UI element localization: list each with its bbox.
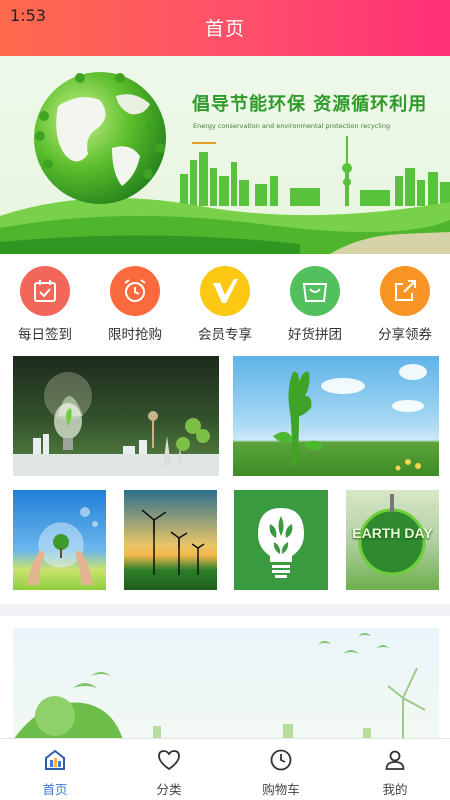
share-coupon-button[interactable]: 分享领券 <box>365 266 445 343</box>
clock-icon <box>241 747 321 773</box>
home-icon <box>15 747 95 773</box>
nav-category-label: 分类 <box>156 782 182 797</box>
group-buy-label: 好货拼团 <box>288 327 342 343</box>
home-screen: 1:53 首页 倡导节能环保 资源循环利用 Energy conservatio… <box>0 0 450 800</box>
page-title: 首页 <box>204 18 245 40</box>
nav-cart[interactable]: 购物车 <box>241 747 321 798</box>
nav-cart-label: 购物车 <box>262 782 300 797</box>
vip-v-icon <box>200 266 250 316</box>
user-icon <box>355 747 435 773</box>
banner-subline: Energy conservation and environmental pr… <box>193 122 391 130</box>
bottom-navigation: 首页 分类 购物车 我的 <box>0 738 450 800</box>
eco-lightbulb-sprout-image[interactable] <box>13 356 219 476</box>
green-hand-plant-image[interactable] <box>233 356 439 476</box>
daily-checkin-button[interactable]: 每日签到 <box>5 266 85 343</box>
quick-menu: 每日签到 限时抢购 会员专享 好货拼团 分享领券 <box>0 262 450 348</box>
flash-sale-label: 限时抢购 <box>108 327 162 343</box>
nav-category[interactable]: 分类 <box>129 747 209 798</box>
flash-sale-button[interactable]: 限时抢购 <box>95 266 175 343</box>
banner-illustration <box>0 56 450 254</box>
heart-icon <box>129 747 209 773</box>
header-bar: 1:53 首页 <box>0 0 450 56</box>
leaf-lightbulb-image[interactable] <box>234 490 328 590</box>
nav-home[interactable]: 首页 <box>15 747 95 798</box>
share-coupon-label: 分享领券 <box>378 327 432 343</box>
daily-checkin-label: 每日签到 <box>18 327 72 343</box>
shopping-bag-icon <box>290 266 340 316</box>
hands-bubble-tree-image[interactable] <box>13 490 106 590</box>
vip-exclusive-label: 会员专享 <box>198 327 252 343</box>
earth-day-text: EARTH DAY <box>352 525 433 541</box>
group-buy-button[interactable]: 好货拼团 <box>275 266 355 343</box>
calendar-check-icon <box>20 266 70 316</box>
eco-earth-promo-image[interactable] <box>13 628 439 740</box>
earth-day-poster-image[interactable]: EARTH DAY <box>346 490 439 590</box>
share-icon <box>380 266 430 316</box>
nav-profile[interactable]: 我的 <box>355 747 435 798</box>
section-divider <box>0 604 450 616</box>
vip-exclusive-button[interactable]: 会员专享 <box>185 266 265 343</box>
nav-profile-label: 我的 <box>382 782 408 797</box>
banner-headline: 倡导节能环保 资源循环利用 <box>192 94 428 115</box>
nav-home-label: 首页 <box>42 782 68 797</box>
promo-banner[interactable]: 倡导节能环保 资源循环利用 Energy conservation and en… <box>0 56 450 254</box>
alarm-clock-icon <box>110 266 160 316</box>
wind-turbines-image[interactable] <box>124 490 217 590</box>
